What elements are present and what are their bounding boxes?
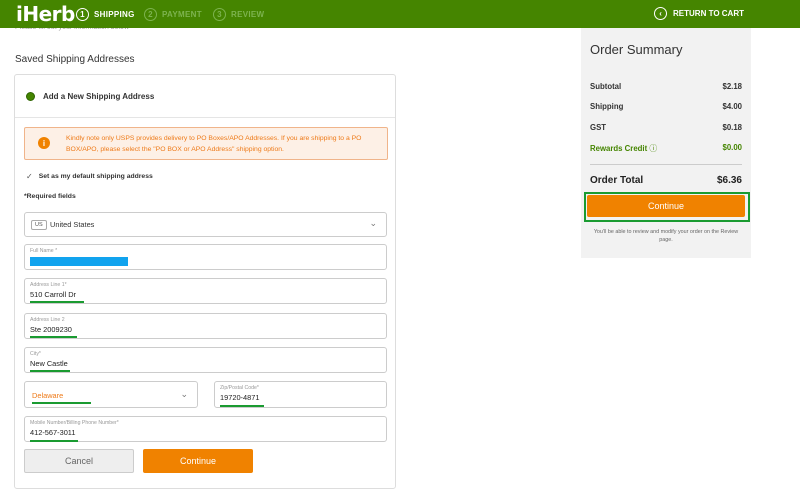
full-name-field[interactable]: Full Name * [24, 244, 387, 270]
continue-button[interactable]: Continue [143, 449, 253, 473]
step-label: PAYMENT [162, 9, 202, 19]
address-line2-field[interactable]: Address Line 2 Ste 2009230 [24, 313, 387, 339]
summary-row-shipping: Shipping $4.00 [590, 102, 742, 111]
return-to-cart-link[interactable]: ‹ RETURN TO CART [654, 7, 744, 20]
address-line1-label: Address Line 1* [30, 282, 67, 288]
step-label: REVIEW [231, 9, 265, 19]
order-summary: Order Summary Subtotal $2.18 Shipping $4… [581, 28, 751, 258]
highlight-underline [220, 405, 264, 407]
address-card: Add a New Shipping Address i Kindly note… [14, 74, 396, 489]
state-select[interactable]: Delaware ⌄ [24, 381, 198, 408]
chevron-down-icon: ⌄ [180, 389, 188, 399]
address-line2-label: Address Line 2 [30, 317, 65, 323]
address-line2-value: Ste 2009230 [30, 325, 72, 334]
info-icon: i [38, 137, 50, 149]
address-line1-field[interactable]: Address Line 1* 510 Carroll Dr [24, 278, 387, 304]
full-name-label: Full Name * [30, 248, 58, 254]
required-fields-note: *Required fields [24, 193, 76, 200]
return-to-cart-label: RETURN TO CART [673, 9, 744, 18]
step-label: SHIPPING [94, 9, 135, 19]
phone-label: Mobile Number/Billing Phone Number* [30, 420, 119, 426]
highlight-underline [30, 440, 78, 442]
country-value: United States [50, 220, 95, 229]
order-total-label: Order Total [590, 175, 644, 186]
add-new-address-option[interactable]: Add a New Shipping Address [15, 75, 395, 118]
city-field[interactable]: City* New Castle [24, 347, 387, 373]
review-note: You'll be able to review and modify your… [593, 229, 739, 243]
summary-value: $0.00 [722, 143, 742, 152]
step-review: 3 REVIEW [213, 7, 264, 21]
redacted-name [30, 257, 128, 266]
country-select[interactable]: US United States ⌄ [24, 212, 387, 237]
po-box-notice: i Kindly note only USPS provides deliver… [24, 127, 388, 160]
zip-label: Zip/Postal Code* [220, 385, 259, 391]
top-bar: iHerb 1 SHIPPING 2 PAYMENT 3 REVIEW ‹ RE… [0, 0, 800, 28]
summary-label: Subtotal [590, 82, 622, 91]
phone-field[interactable]: Mobile Number/Billing Phone Number* 412-… [24, 416, 387, 442]
section-title: Saved Shipping Addresses [15, 54, 135, 65]
country-code-badge: US [31, 220, 47, 230]
summary-row-gst: GST $0.18 [590, 123, 742, 132]
step-number: 1 [76, 7, 89, 21]
rewards-credit-label-wrap: Rewards Credit ⓘ [590, 143, 657, 154]
default-address-checkbox[interactable]: ✓ Set as my default shipping address [26, 172, 153, 181]
highlight-underline [32, 402, 91, 404]
state-value: Delaware [32, 391, 64, 400]
checkmark-icon[interactable]: ✓ [26, 172, 33, 181]
summary-value: $0.18 [722, 123, 742, 132]
phone-value: 412-567-3011 [30, 428, 76, 437]
step-number: 2 [144, 7, 157, 21]
zip-code-field[interactable]: Zip/Postal Code* 19720-4871 [214, 381, 387, 408]
iherb-logo[interactable]: iHerb [16, 2, 75, 26]
chevron-down-icon: ⌄ [369, 218, 377, 228]
zip-value: 19720-4871 [220, 393, 260, 402]
city-value: New Castle [30, 359, 68, 368]
summary-row-rewards-credit: Rewards Credit ⓘ $0.00 [590, 143, 742, 154]
order-summary-title: Order Summary [590, 42, 683, 57]
summary-row-subtotal: Subtotal $2.18 [590, 82, 742, 91]
cancel-button[interactable]: Cancel [24, 449, 134, 473]
summary-label: Shipping [590, 102, 624, 111]
summary-label: GST [590, 123, 607, 132]
summary-label: Rewards Credit [590, 144, 648, 153]
highlight-underline [30, 336, 77, 338]
summary-divider [590, 164, 742, 165]
order-total-row: Order Total $6.36 [590, 175, 742, 186]
question-icon[interactable]: ⓘ [649, 144, 657, 153]
highlight-underline [30, 301, 84, 303]
step-number: 3 [213, 7, 226, 21]
summary-value: $2.18 [722, 82, 742, 91]
address-line1-value: 510 Carroll Dr [30, 290, 77, 299]
step-payment: 2 PAYMENT [144, 7, 202, 21]
city-label: City* [30, 351, 41, 357]
radio-selected-icon[interactable] [26, 91, 35, 101]
summary-continue-button[interactable]: Continue [587, 195, 745, 217]
default-address-label: Set as my default shipping address [38, 173, 153, 180]
step-shipping: 1 SHIPPING [76, 7, 135, 21]
order-total-value: $6.36 [716, 175, 742, 186]
chevron-left-icon: ‹ [654, 7, 668, 20]
highlight-underline [30, 370, 70, 372]
summary-value: $4.00 [722, 102, 742, 111]
notice-text: Kindly note only USPS provides delivery … [66, 135, 362, 153]
add-address-label: Add a New Shipping Address [43, 91, 155, 101]
